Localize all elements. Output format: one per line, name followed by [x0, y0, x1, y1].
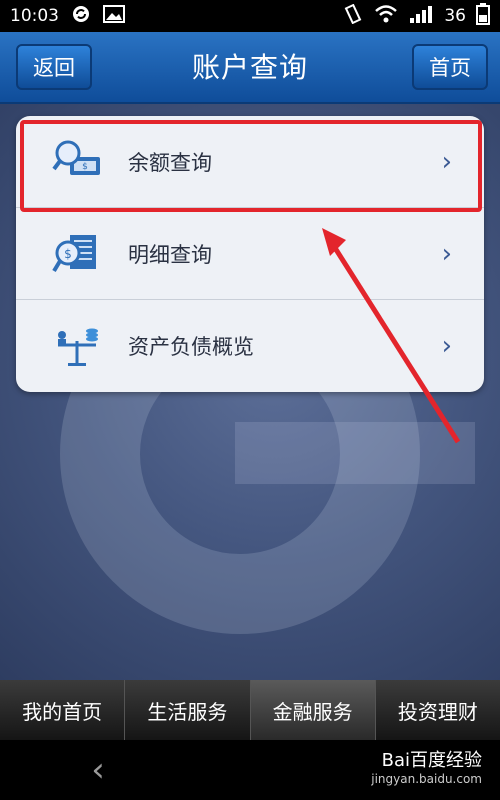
bottom-tab-bar: 我的首页 生活服务 金融服务 投资理财 [0, 680, 500, 740]
watermark-brand: Bai百度经验 [381, 750, 482, 771]
system-nav-bar: ‹ Bai百度经验 jingyan.baidu.com [0, 740, 500, 800]
watermark-url: jingyan.baidu.com [371, 772, 482, 786]
tab-investment[interactable]: 投资理财 [376, 680, 500, 740]
tab-financial-services[interactable]: 金融服务 [250, 680, 376, 740]
system-back-icon[interactable]: ‹ [80, 750, 116, 790]
watermark: Bai百度经验 jingyan.baidu.com [371, 746, 482, 786]
tab-my-home[interactable]: 我的首页 [0, 680, 126, 740]
tab-life-services[interactable]: 生活服务 [125, 680, 251, 740]
